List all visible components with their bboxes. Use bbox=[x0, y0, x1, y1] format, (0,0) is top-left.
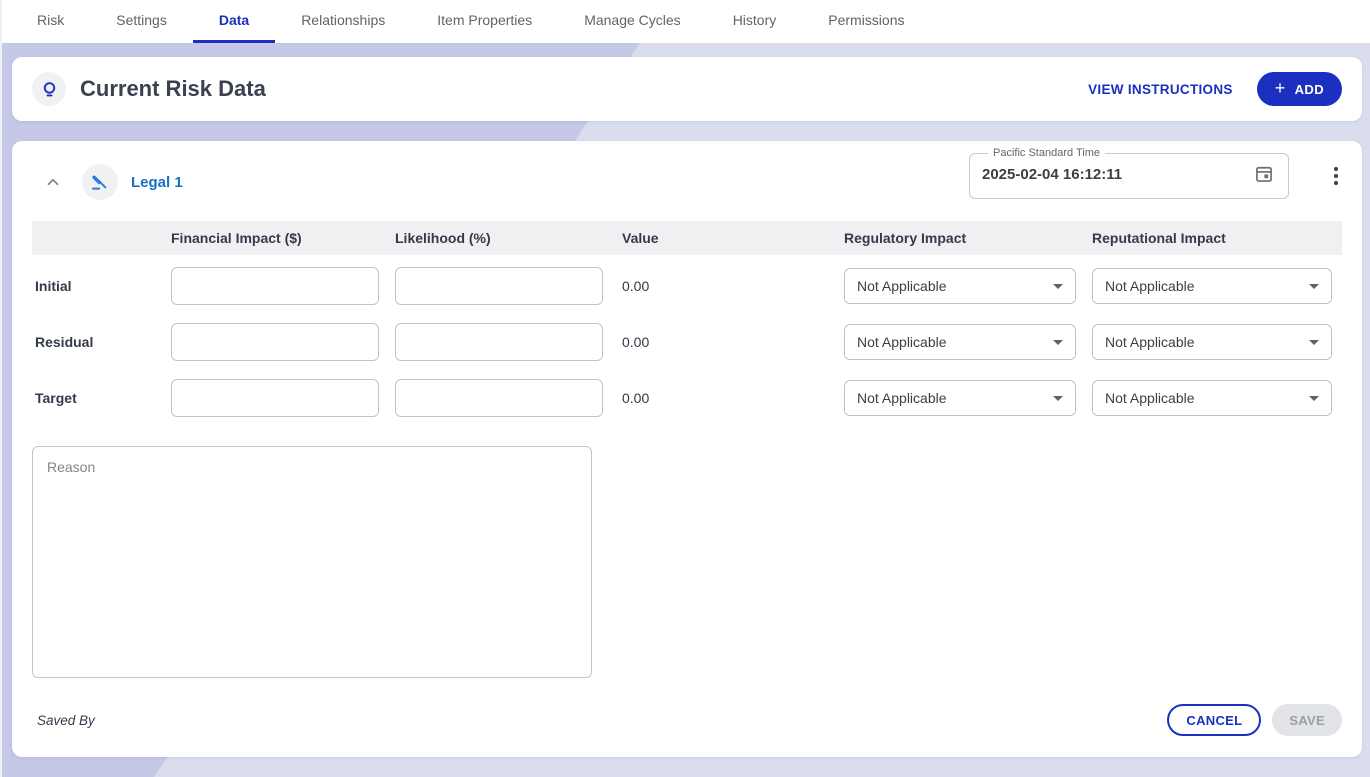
lightbulb-icon bbox=[32, 72, 66, 106]
dropdown-caret-icon bbox=[1053, 340, 1063, 345]
tab-data[interactable]: Data bbox=[193, 0, 275, 43]
app-window: Risk Settings Data Relationships Item Pr… bbox=[0, 0, 1370, 777]
selected-value: Not Applicable bbox=[1105, 334, 1195, 350]
datetime-fieldset: Pacific Standard Time 2025-02-04 16:12:1… bbox=[969, 147, 1289, 199]
timezone-label: Pacific Standard Time bbox=[988, 147, 1105, 159]
dropdown-caret-icon bbox=[1053, 396, 1063, 401]
initial-regulatory-impact-select[interactable]: Not Applicable bbox=[844, 268, 1076, 304]
initial-financial-impact-input[interactable] bbox=[171, 267, 379, 305]
tab-permissions[interactable]: Permissions bbox=[802, 0, 930, 43]
column-header-reputational-impact: Reputational Impact bbox=[1092, 230, 1332, 246]
target-financial-impact-input[interactable] bbox=[171, 379, 379, 417]
selected-value: Not Applicable bbox=[857, 390, 947, 406]
plus-icon: + bbox=[1275, 79, 1286, 97]
table-row-residual: Residual 0.00 Not Applicable Not Applica… bbox=[32, 323, 1342, 361]
reason-textarea[interactable] bbox=[32, 446, 592, 678]
calendar-icon[interactable] bbox=[1252, 162, 1276, 186]
row-label-initial: Initial bbox=[32, 278, 171, 294]
add-button-label: ADD bbox=[1295, 82, 1324, 97]
column-header-regulatory-impact: Regulatory Impact bbox=[844, 230, 1092, 246]
dropdown-caret-icon bbox=[1309, 340, 1319, 345]
selected-value: Not Applicable bbox=[857, 278, 947, 294]
tab-item-properties[interactable]: Item Properties bbox=[411, 0, 558, 43]
target-regulatory-impact-select[interactable]: Not Applicable bbox=[844, 380, 1076, 416]
residual-financial-impact-input[interactable] bbox=[171, 323, 379, 361]
table-row-target: Target 0.00 Not Applicable Not Applicabl… bbox=[32, 379, 1342, 417]
residual-reputational-impact-select[interactable]: Not Applicable bbox=[1092, 324, 1332, 360]
page-title: Current Risk Data bbox=[80, 76, 266, 102]
table-header-row: Financial Impact ($) Likelihood (%) Valu… bbox=[32, 221, 1342, 255]
column-header-likelihood: Likelihood (%) bbox=[395, 230, 622, 246]
more-options-kebab-icon[interactable] bbox=[1328, 161, 1344, 191]
dropdown-caret-icon bbox=[1053, 284, 1063, 289]
cancel-button[interactable]: CANCEL bbox=[1167, 704, 1261, 736]
selected-value: Not Applicable bbox=[857, 334, 947, 350]
item-header-row: Legal 1 Pacific Standard Time 2025-02-04… bbox=[32, 153, 1342, 211]
selected-value: Not Applicable bbox=[1105, 278, 1195, 294]
gavel-icon bbox=[82, 164, 118, 200]
initial-reputational-impact-select[interactable]: Not Applicable bbox=[1092, 268, 1332, 304]
dropdown-caret-icon bbox=[1309, 396, 1319, 401]
save-button[interactable]: SAVE bbox=[1272, 704, 1342, 736]
panel-footer: Saved By CANCEL SAVE bbox=[32, 704, 1342, 736]
residual-value: 0.00 bbox=[622, 334, 844, 350]
dropdown-caret-icon bbox=[1309, 284, 1319, 289]
tab-risk[interactable]: Risk bbox=[11, 0, 90, 43]
row-label-target: Target bbox=[32, 390, 171, 406]
saved-by-label: Saved By bbox=[37, 713, 95, 728]
table-row-initial: Initial 0.00 Not Applicable Not Applicab… bbox=[32, 267, 1342, 305]
tab-manage-cycles[interactable]: Manage Cycles bbox=[558, 0, 707, 43]
target-reputational-impact-select[interactable]: Not Applicable bbox=[1092, 380, 1332, 416]
risk-data-panel: Legal 1 Pacific Standard Time 2025-02-04… bbox=[12, 141, 1362, 757]
residual-regulatory-impact-select[interactable]: Not Applicable bbox=[844, 324, 1076, 360]
risk-item-name-link[interactable]: Legal 1 bbox=[131, 174, 183, 191]
datetime-value[interactable]: 2025-02-04 16:12:11 bbox=[982, 166, 1122, 183]
view-instructions-link[interactable]: VIEW INSTRUCTIONS bbox=[1088, 82, 1233, 97]
top-tab-bar: Risk Settings Data Relationships Item Pr… bbox=[2, 0, 1370, 43]
initial-value: 0.00 bbox=[622, 278, 844, 294]
collapse-chevron-up-icon[interactable] bbox=[40, 169, 66, 195]
row-label-residual: Residual bbox=[32, 334, 171, 350]
selected-value: Not Applicable bbox=[1105, 390, 1195, 406]
column-header-financial-impact: Financial Impact ($) bbox=[171, 230, 395, 246]
target-value: 0.00 bbox=[622, 390, 844, 406]
target-likelihood-input[interactable] bbox=[395, 379, 603, 417]
tab-history[interactable]: History bbox=[707, 0, 803, 43]
initial-likelihood-input[interactable] bbox=[395, 267, 603, 305]
header-actions: VIEW INSTRUCTIONS + ADD bbox=[1088, 72, 1342, 106]
column-header-value: Value bbox=[622, 230, 844, 246]
tab-settings[interactable]: Settings bbox=[90, 0, 193, 43]
tab-relationships[interactable]: Relationships bbox=[275, 0, 411, 43]
page-header-card: Current Risk Data VIEW INSTRUCTIONS + AD… bbox=[12, 57, 1362, 121]
residual-likelihood-input[interactable] bbox=[395, 323, 603, 361]
add-button[interactable]: + ADD bbox=[1257, 72, 1342, 106]
